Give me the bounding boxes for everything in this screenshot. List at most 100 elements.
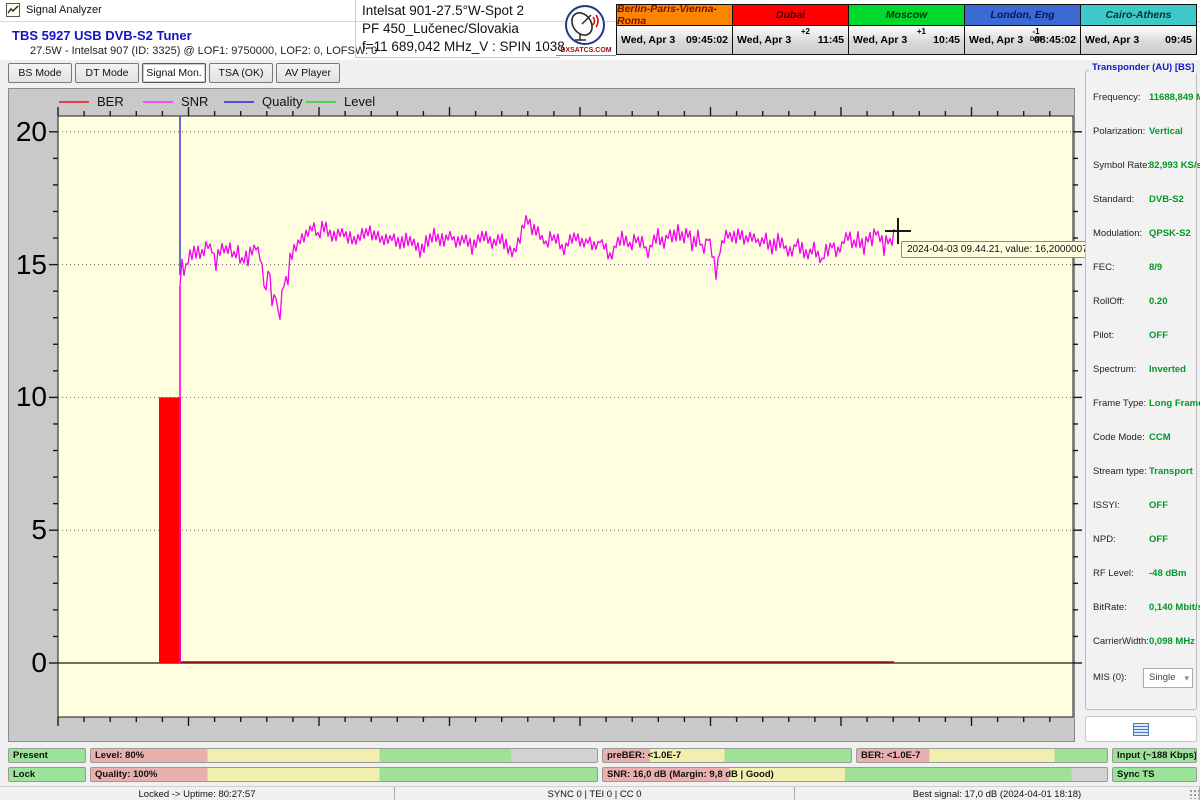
- tp-field-value: OFF: [1149, 534, 1168, 545]
- y-axis-label-20: 20: [11, 115, 47, 149]
- satellite-title: Intelsat 901-27.5°W-Spot 2: [362, 3, 524, 18]
- clock-date: Wed, Apr 3: [621, 34, 675, 46]
- legend-line-swatch: [143, 101, 173, 103]
- signal-bar-label: Present: [13, 750, 48, 761]
- tp-field-value: -48 dBm: [1149, 568, 1186, 579]
- signal-bar-label: Lock: [13, 769, 35, 780]
- clock-city: Moscow: [849, 5, 964, 26]
- signal-bar-present: Present: [8, 748, 86, 763]
- world-clocks: Berlin-Paris-Vienna-Roma Wed, Apr 3 09:45:…: [616, 4, 1197, 55]
- legend-line-swatch: [224, 101, 254, 103]
- clock-utc-offset: -1DST: [1030, 28, 1042, 44]
- clock-body: Wed, Apr 310:45+1: [849, 26, 964, 54]
- mis-row: MIS (0): Single ▾: [1093, 672, 1193, 686]
- tp-field-frequency-: Frequency:11688,849 MHz: [1093, 92, 1193, 106]
- tp-field-standard-: Standard:DVB-S2: [1093, 194, 1193, 208]
- tp-field-label: CarrierWidth:: [1093, 636, 1149, 647]
- tp-field-value: 0,140 Mbit/s: [1149, 602, 1200, 613]
- satellite-dish-icon: [565, 5, 605, 45]
- tp-field-symbol-rate-: Symbol Rate:82,993 KS/s: [1093, 160, 1193, 174]
- clock-city: London, Eng: [965, 5, 1080, 26]
- clock-body: Wed, Apr 3 09:45:02: [617, 26, 732, 54]
- signal-bar-label: preBER: <1.0E-7: [607, 750, 681, 761]
- tp-field-label: ISSYI:: [1093, 500, 1120, 511]
- legend-line-swatch: [59, 101, 89, 103]
- signal-bar-label: SNR: 16,0 dB (Margin: 9,8 dB | Good): [607, 769, 774, 780]
- clock-city: Cairo-Athens: [1081, 5, 1196, 26]
- mis-dropdown[interactable]: Single ▾: [1143, 668, 1193, 688]
- signal-bar-syncts: Sync TS: [1112, 767, 1197, 782]
- save-button[interactable]: [1085, 716, 1197, 742]
- clock-date: Wed, Apr 3: [969, 34, 1023, 46]
- tp-field-npd-: NPD:OFF: [1093, 534, 1193, 548]
- y-axis-label-10: 10: [11, 380, 47, 414]
- transponder-title: Transponder (AU) [BS]: [1089, 62, 1197, 73]
- resize-grip[interactable]: [1189, 789, 1199, 799]
- tp-field-label: Spectrum:: [1093, 364, 1136, 375]
- statusbar-sync-counts: SYNC 0 | TEI 0 | CC 0: [395, 787, 795, 800]
- tab-bs-mode[interactable]: BS Mode: [8, 63, 72, 83]
- save-icon: [1133, 723, 1149, 736]
- tp-field-code-mode-: Code Mode: CCM: [1093, 432, 1193, 446]
- tab-dt-mode[interactable]: DT Mode: [75, 63, 139, 83]
- clock-moscow: MoscowWed, Apr 310:45+1: [849, 4, 965, 55]
- signal-bar-input: Input (~188 Kbps): [1112, 748, 1197, 763]
- tab-signal-mon-[interactable]: Signal Mon.: [142, 63, 206, 83]
- signal-bar-level: Level: 80%: [90, 748, 598, 763]
- clock-body: Wed, Apr 3 09:45: [1081, 26, 1196, 54]
- header-separator-horizontal: [355, 57, 560, 58]
- tp-field-label: FEC:: [1093, 262, 1115, 273]
- signal-bar-snr: SNR: 16,0 dB (Margin: 9,8 dB | Good): [602, 767, 1108, 782]
- signal-bar-label: BER: <1.0E-7: [861, 750, 920, 761]
- tp-field-value: CCM: [1149, 432, 1171, 443]
- tp-field-label: Stream type:: [1093, 466, 1147, 477]
- statusbar-best-signal: Best signal: 17,0 dB (2024-04-01 18:18): [795, 787, 1200, 800]
- clock-london-eng: London, EngWed, Apr 308:45:02-1DST: [965, 4, 1081, 55]
- tp-field-rf-level-: RF Level:-48 dBm: [1093, 568, 1193, 582]
- clock-body: Wed, Apr 311:45+2: [733, 26, 848, 54]
- tp-field-modulation-: Modulation: QPSK-S2: [1093, 228, 1193, 242]
- signal-bar-label: Quality: 100%: [95, 769, 157, 780]
- tab-tsa-ok-[interactable]: TSA (OK): [209, 63, 273, 83]
- signal-bar-quality: Quality: 100%: [90, 767, 598, 782]
- tp-field-label: Polarization:: [1093, 126, 1145, 137]
- tp-field-label: BitRate:: [1093, 602, 1127, 613]
- tuner-details: 27.5W - Intelsat 907 (ID: 3325) @ LOF1: …: [30, 45, 377, 57]
- tp-field-rolloff-: RollOff: 0.20: [1093, 296, 1193, 310]
- clock-time: 09:45: [1165, 34, 1192, 46]
- tp-field-label: RollOff:: [1093, 296, 1125, 307]
- plot-area[interactable]: [48, 106, 1083, 727]
- signal-bar-label: Level: 80%: [95, 750, 144, 761]
- clock-body: Wed, Apr 308:45:02-1DST: [965, 26, 1080, 54]
- tp-field-value: OFF: [1149, 330, 1168, 341]
- clock-city: Dubai: [733, 5, 848, 26]
- tp-field-value: 11688,849 MHz: [1149, 92, 1200, 103]
- tp-field-pilot-: Pilot: OFF: [1093, 330, 1193, 344]
- tp-field-frame-type-: Frame Type:Long Frame: [1093, 398, 1193, 412]
- clock-date: Wed, Apr 3: [737, 34, 791, 46]
- statusbar: Locked -> Uptime: 80:27:57 SYNC 0 | TEI …: [0, 786, 1200, 800]
- signal-monitoring-chart: BERSNRQualityLevel 20 15 10 5 0 2024-04-…: [8, 88, 1075, 742]
- tp-field-label: Code Mode:: [1093, 432, 1145, 443]
- tp-field-fec-: FEC:8/9: [1093, 262, 1193, 276]
- clock-time: 09:45:02: [686, 34, 728, 46]
- clock-date: Wed, Apr 3: [1085, 34, 1139, 46]
- app-icon: [6, 3, 20, 17]
- clock-berlin-paris-vienna-roma: Berlin-Paris-Vienna-Roma Wed, Apr 3 09:45:…: [616, 4, 733, 55]
- tp-field-value: QPSK-S2: [1149, 228, 1191, 239]
- tuner-name: TBS 5927 USB DVB-S2 Tuner: [12, 28, 192, 43]
- tp-field-value: DVB-S2: [1149, 194, 1184, 205]
- clock-utc-offset: +1: [917, 28, 926, 36]
- tab-row: BS ModeDT ModeSignal Mon.TSA (OK)AV Play…: [0, 60, 1083, 88]
- tp-field-label: Pilot:: [1093, 330, 1114, 341]
- crosshair-cursor-vertical: [897, 218, 899, 244]
- signal-bar-preber: preBER: <1.0E-7: [602, 748, 852, 763]
- tp-field-value: 0.20: [1149, 296, 1168, 307]
- clock-city: Berlin-Paris-Vienna-Roma: [617, 5, 732, 26]
- tp-field-value: 0,098 MHz: [1149, 636, 1195, 647]
- tp-field-value: OFF: [1149, 500, 1168, 511]
- tp-field-value: Transport: [1149, 466, 1193, 477]
- tab-av-player[interactable]: AV Player: [276, 63, 340, 83]
- tp-field-label: Modulation:: [1093, 228, 1142, 239]
- legend-line-swatch: [306, 101, 336, 103]
